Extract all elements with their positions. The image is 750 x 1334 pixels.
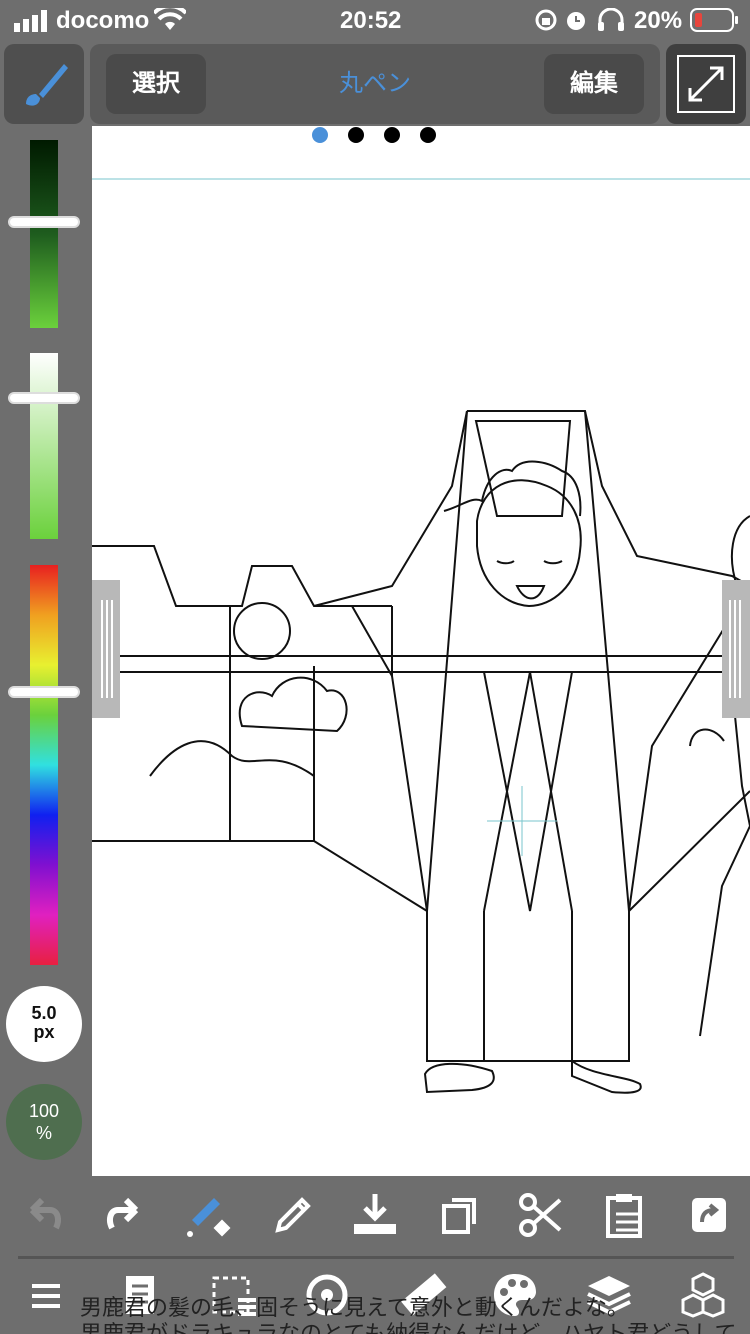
brush-size-button[interactable]: 5.0 px: [6, 986, 82, 1062]
toolbar-divider: [18, 1256, 734, 1259]
left-panel: 5.0 px 100 %: [0, 126, 92, 1176]
undo-icon[interactable]: [18, 1190, 68, 1240]
save-icon[interactable]: [350, 1190, 400, 1240]
brush-tool-button[interactable]: [4, 44, 84, 124]
select-button[interactable]: 選択: [106, 54, 206, 114]
headphones-icon: [598, 8, 624, 31]
hue-bar[interactable]: [30, 565, 58, 965]
brush-icon: [26, 64, 68, 106]
hue-lightness-bar[interactable]: [30, 140, 58, 328]
tool-header: 選択 丸ペン 編集: [90, 44, 660, 124]
opacity-button[interactable]: 100 %: [6, 1084, 82, 1160]
brush-size-unit: px: [33, 1022, 55, 1042]
edit-button[interactable]: 編集: [544, 54, 644, 114]
transform-icon[interactable]: [184, 1190, 234, 1240]
eyedropper-icon[interactable]: [268, 1190, 318, 1240]
carrier-name: docomo: [56, 7, 150, 34]
signal-icon: [14, 10, 47, 32]
status-bar: docomo 20:52 20%: [0, 0, 750, 42]
lightness-slider-handle[interactable]: [10, 218, 78, 226]
current-tool-name[interactable]: 丸ペン: [290, 54, 460, 114]
fullscreen-button[interactable]: [666, 44, 746, 124]
canvas-caption: 男鹿君の髪の毛、固そうに見えて意外と動くんだよな。 男鹿君がドラキュラなのとても…: [80, 1296, 750, 1334]
copy-icon[interactable]: [434, 1190, 484, 1240]
share-icon[interactable]: [684, 1190, 734, 1240]
menu-icon[interactable]: [22, 1270, 72, 1320]
caption-line-2: 男鹿君がドラキュラなのとても納得なんだけど、ハヤト君どうして: [80, 1322, 750, 1334]
battery-icon: [690, 8, 738, 32]
top-toolbar: 選択 丸ペン 編集: [0, 42, 750, 126]
paste-icon[interactable]: [600, 1190, 650, 1240]
status-time: 20:52: [340, 7, 402, 34]
right-drag-handle[interactable]: [722, 580, 750, 718]
fullscreen-icon: [677, 55, 735, 113]
caption-line-1: 男鹿君の髪の毛、固そうに見えて意外と動くんだよな。: [80, 1296, 629, 1321]
opacity-value: 100: [28, 1101, 60, 1121]
saturation-bar[interactable]: [30, 353, 58, 539]
hue-slider-handle[interactable]: [10, 688, 78, 696]
rotation-lock-icon: [535, 9, 557, 31]
drawing-canvas[interactable]: [92, 126, 750, 1176]
cut-icon[interactable]: [516, 1190, 566, 1240]
battery-percent: 20%: [634, 7, 683, 34]
brush-size-value: 5.0: [31, 1003, 57, 1023]
left-drag-handle[interactable]: [92, 580, 120, 718]
drawing-artwork: [92, 178, 750, 1094]
wifi-icon: [154, 8, 186, 30]
opacity-unit: %: [35, 1123, 52, 1143]
redo-icon[interactable]: [100, 1190, 150, 1240]
saturation-slider-handle[interactable]: [10, 394, 78, 402]
alarm-icon: [567, 12, 585, 30]
